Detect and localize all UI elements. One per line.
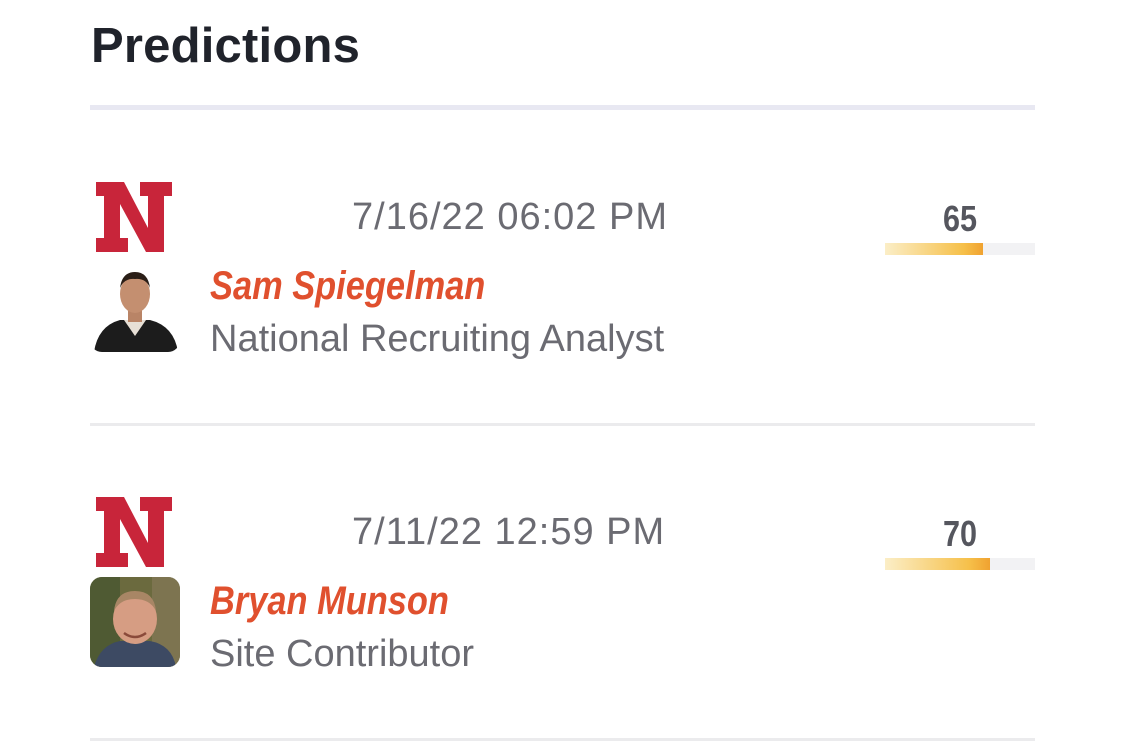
confidence-value: 70: [942, 513, 978, 554]
title-divider: [90, 105, 1035, 110]
confidence-score: 65: [885, 198, 1035, 258]
analyst-role: Site Contributor: [210, 633, 475, 675]
prediction-item[interactable]: 7/11/22 12:59 PM Bryan Munson Site Contr…: [90, 495, 1035, 695]
nebraska-n-logo-icon: [94, 495, 176, 571]
row-divider: [90, 738, 1035, 741]
prediction-item[interactable]: 7/16/22 06:02 PM Sam Spiegelman National…: [90, 180, 1035, 380]
confidence-value: 65: [942, 198, 978, 239]
nebraska-n-logo-icon: [94, 180, 176, 256]
prediction-date: 7/16/22 06:02 PM: [352, 196, 668, 238]
predictions-section: Predictions 7/16/22 06:02 PM Sam Spiegel…: [0, 0, 1125, 744]
analyst-name-link[interactable]: Sam Spiegelman: [210, 264, 485, 309]
avatar[interactable]: [90, 577, 180, 667]
analyst-name-link[interactable]: Bryan Munson: [210, 579, 449, 624]
analyst-role: National Recruiting Analyst: [210, 318, 665, 360]
prediction-date: 7/11/22 12:59 PM: [352, 511, 666, 553]
section-title: Predictions: [91, 19, 361, 73]
confidence-score: 70: [885, 513, 1035, 573]
confidence-bar: [885, 243, 1035, 255]
confidence-bar: [885, 558, 1035, 570]
confidence-bar-fill: [885, 558, 990, 570]
avatar[interactable]: [90, 262, 180, 352]
confidence-bar-fill: [885, 243, 983, 255]
row-divider: [90, 423, 1035, 426]
